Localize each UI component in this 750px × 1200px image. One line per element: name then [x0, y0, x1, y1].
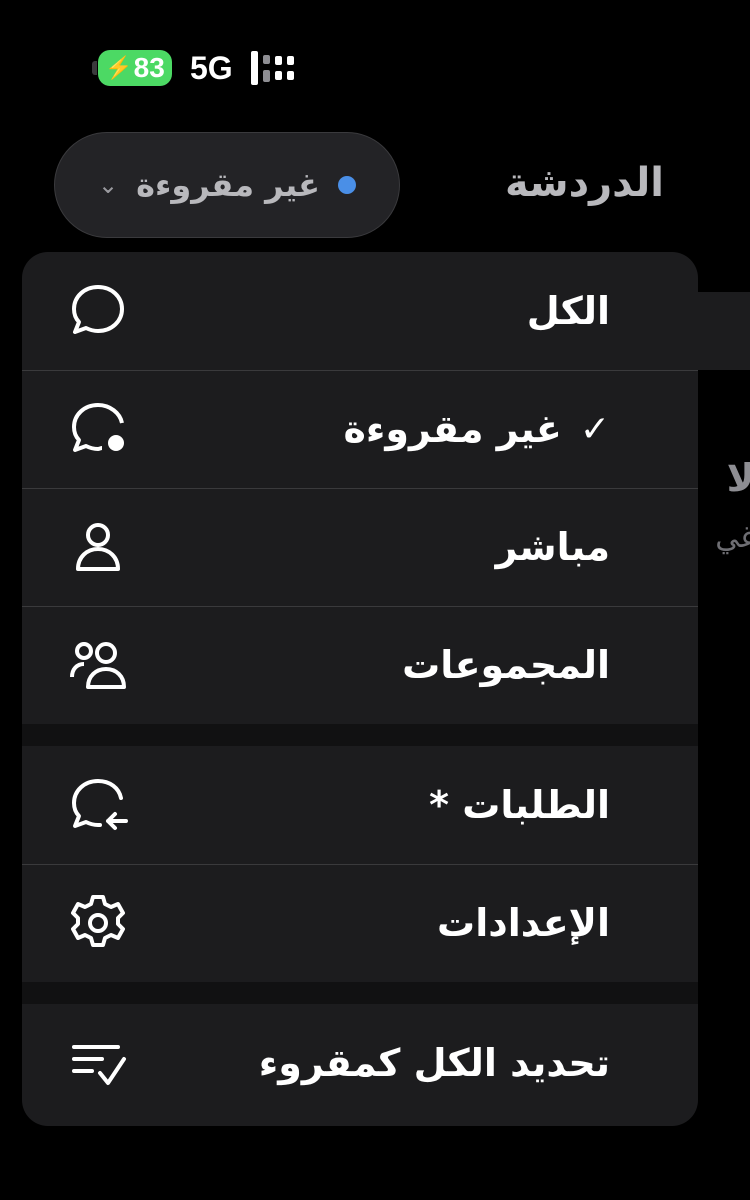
menu-separator — [22, 724, 698, 746]
person-icon — [66, 515, 130, 579]
battery-indicator: ⚡ 83 — [92, 50, 172, 86]
page-title: الدردشة — [505, 160, 664, 206]
menu-item-groups[interactable]: المجموعات — [22, 606, 698, 724]
unread-dot-icon — [337, 176, 356, 194]
menu-item-unread[interactable]: ✓ غير مقروءة — [22, 370, 698, 488]
menu-item-label: مباشر — [495, 525, 610, 569]
filter-dropdown-button[interactable]: ⌄ غير مقروءة — [54, 132, 400, 238]
menu-item-mark-all-read[interactable]: تحديد الكل كمقروء — [22, 1004, 698, 1122]
menu-item-label: الإعدادات — [437, 901, 610, 945]
status-bar: ⚡ 83 5G — [92, 48, 294, 88]
checkmark-icon: ✓ — [579, 408, 610, 450]
chevron-down-icon: ⌄ — [98, 171, 119, 199]
chat-bubble-icon — [66, 279, 130, 343]
chat-request-icon — [66, 773, 130, 837]
gear-icon — [66, 891, 130, 955]
menu-item-settings[interactable]: الإعدادات — [22, 864, 698, 982]
charging-bolt-icon: ⚡ — [105, 55, 133, 80]
menu-item-label: ✓ غير مقروءة — [343, 407, 610, 451]
signal-strength-icon — [250, 51, 294, 85]
menu-item-label: تحديد الكل كمقروء — [258, 1041, 610, 1085]
menu-item-all[interactable]: الكل — [22, 252, 698, 370]
mark-all-read-icon — [66, 1031, 130, 1095]
filter-label: غير مقروءة — [136, 166, 320, 204]
background-row — [690, 292, 750, 370]
menu-item-direct[interactable]: مباشر — [22, 488, 698, 606]
background-chat-name: الا — [726, 456, 750, 500]
chat-unread-icon — [66, 397, 130, 461]
menu-item-label: المجموعات — [402, 643, 610, 687]
battery-level: 83 — [133, 52, 165, 83]
background-chat-preview: غي — [715, 520, 750, 555]
menu-item-label: الكل — [526, 289, 610, 333]
menu-item-label: الطلبات * — [429, 783, 610, 827]
people-icon — [66, 633, 130, 697]
network-type: 5G — [190, 49, 233, 86]
filter-menu: الكل ✓ غير مقروءة مباشر المجموعات الطلبا… — [22, 252, 698, 1126]
menu-item-requests[interactable]: الطلبات * — [22, 746, 698, 864]
menu-separator — [22, 982, 698, 1004]
